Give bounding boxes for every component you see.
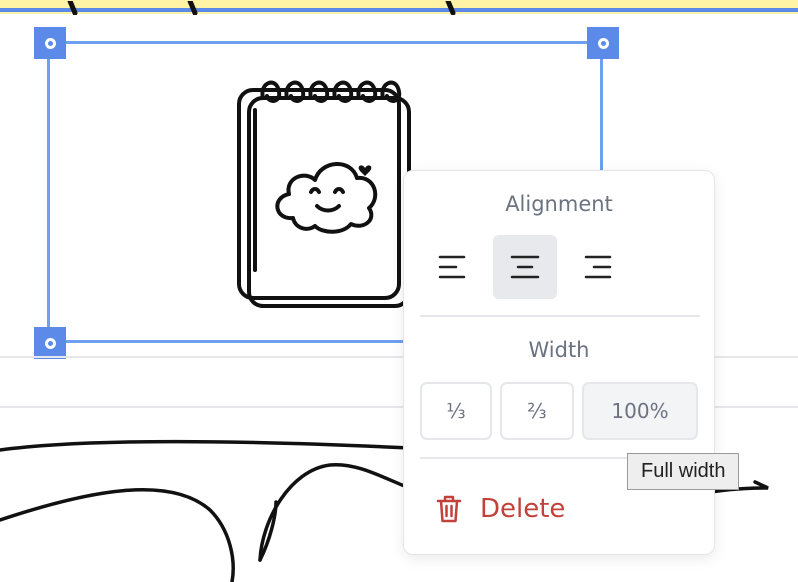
section-divider — [420, 315, 700, 317]
image-options-popover: Alignment Width ⅓ ⅔ 100% Delete — [403, 170, 715, 555]
delete-button[interactable]: Delete — [436, 487, 565, 531]
highlighted-text-strip — [0, 0, 798, 16]
align-right-button[interactable] — [565, 235, 629, 299]
align-left-icon — [438, 255, 466, 279]
notepad-cloud-illustration — [237, 80, 411, 308]
width-two-thirds-button[interactable]: ⅔ — [500, 382, 574, 440]
editor-canvas: Alignment Width ⅓ ⅔ 100% Delete Full wid… — [0, 0, 798, 582]
align-center-button[interactable] — [493, 235, 557, 299]
resize-handle-top-left[interactable] — [34, 27, 66, 59]
resize-handle-bottom-left[interactable] — [34, 327, 66, 359]
trash-icon — [436, 494, 462, 524]
delete-label: Delete — [480, 494, 566, 524]
width-one-third-button[interactable]: ⅓ — [420, 382, 492, 440]
align-left-button[interactable] — [421, 235, 485, 299]
resize-handle-top-right[interactable] — [587, 27, 619, 59]
full-width-tooltip: Full width — [627, 453, 740, 490]
align-center-icon — [510, 255, 540, 279]
text-fragments — [0, 0, 798, 16]
width-title: Width — [528, 338, 590, 362]
alignment-title: Alignment — [505, 192, 613, 216]
width-full-button[interactable]: 100% — [582, 382, 698, 440]
align-right-icon — [584, 255, 612, 279]
